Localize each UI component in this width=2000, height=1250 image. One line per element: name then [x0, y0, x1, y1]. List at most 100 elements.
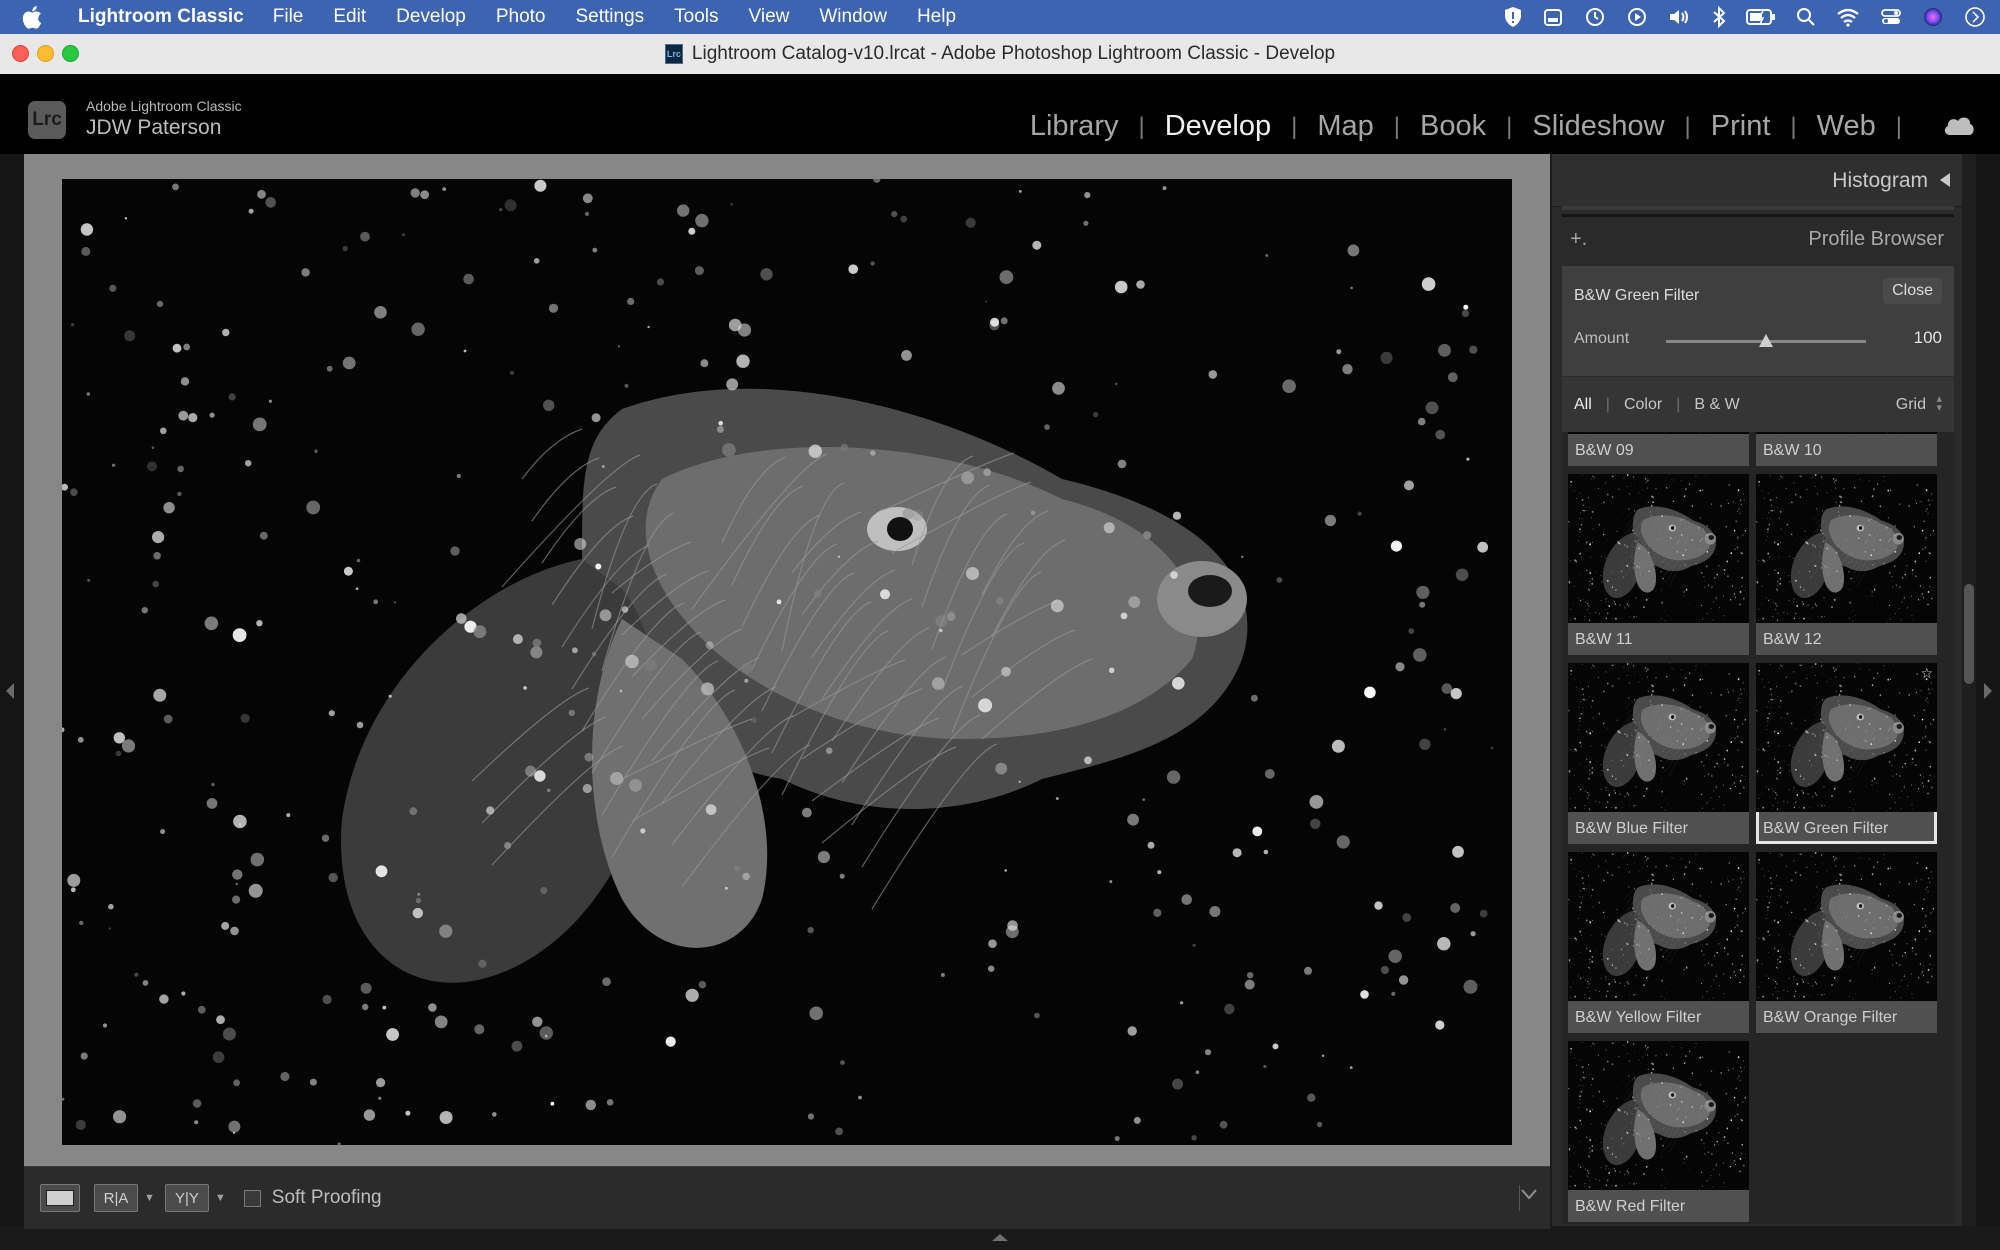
menubar-app-name[interactable]: Lightroom Classic [78, 6, 244, 28]
notification-center-icon[interactable] [1964, 6, 1986, 28]
menu-file[interactable]: File [273, 6, 304, 28]
module-separator: | [1684, 112, 1691, 140]
menu-settings[interactable]: Settings [576, 6, 645, 28]
control-center-icon[interactable] [1880, 7, 1902, 27]
view-mode-select[interactable]: Grid [1896, 396, 1926, 414]
battery-icon[interactable] [1746, 8, 1776, 26]
close-button[interactable]: Close [1883, 278, 1942, 304]
window-title-group: Lrc Lightroom Catalog-v10.lrcat - Adobe … [0, 34, 2000, 74]
loupe-icon [46, 1190, 74, 1206]
menu-photo[interactable]: Photo [496, 6, 546, 28]
ra-dropdown-icon[interactable]: ▼ [144, 1192, 155, 1204]
module-book[interactable]: Book [1420, 110, 1486, 143]
right-panel-scrollbar[interactable] [1962, 154, 1976, 1226]
bluetooth-icon[interactable] [1712, 6, 1726, 28]
play-icon[interactable] [1626, 6, 1648, 28]
image-viewer [24, 154, 1550, 1166]
left-panel-toggle-icon[interactable] [6, 683, 14, 699]
profile-browser-title: Profile Browser [1808, 228, 1944, 250]
profile-tile-label: B&W Green Filter [1763, 820, 1889, 837]
module-develop[interactable]: Develop [1165, 110, 1271, 143]
filter-color[interactable]: Color [1624, 396, 1662, 414]
favorite-star-icon[interactable]: ☆ [1920, 665, 1933, 682]
develop-toolbar: R|A ▼ Y|Y ▼ Soft Proofing [24, 1166, 1550, 1229]
backup-drive-icon[interactable] [1542, 6, 1564, 28]
time-machine-icon[interactable] [1584, 6, 1606, 28]
filter-separator: | [1605, 396, 1610, 413]
profile-tile-label: B&W Blue Filter [1575, 820, 1688, 837]
loupe-view-button[interactable] [40, 1184, 80, 1212]
before-after-ra-button[interactable]: R|A [94, 1184, 138, 1212]
filter-all[interactable]: All [1574, 396, 1592, 414]
profile-tile[interactable]: B&W 12 [1756, 474, 1937, 655]
profile-grid: B&W 09 B&W 10 B&W 11 B&W 12 B&W Blue Filter B… [1562, 432, 1954, 1224]
amount-value[interactable]: 100 [1914, 328, 1942, 348]
filter-bw[interactable]: B & W [1694, 396, 1739, 414]
menu-help[interactable]: Help [917, 6, 956, 28]
toolbar-content-dropdown-icon[interactable] [1520, 1187, 1538, 1206]
main-photo[interactable] [62, 179, 1512, 1145]
module-print[interactable]: Print [1711, 110, 1771, 143]
profile-tile[interactable]: B&W 10 [1756, 432, 1937, 466]
shield-icon[interactable] [1504, 6, 1522, 28]
cloud-sync-icon[interactable] [1942, 114, 1976, 136]
search-icon[interactable] [1796, 7, 1816, 27]
menu-edit[interactable]: Edit [333, 6, 366, 28]
menu-view[interactable]: View [749, 6, 790, 28]
volume-icon[interactable] [1668, 6, 1692, 28]
module-separator: | [1506, 112, 1513, 140]
amount-slider[interactable] [1666, 334, 1866, 347]
amount-slider-thumb[interactable] [1759, 334, 1773, 347]
profile-thumbnail [1756, 852, 1937, 1001]
profile-tile-label: B&W Orange Filter [1763, 1009, 1898, 1026]
profile-tile[interactable]: B&W Green Filter ☆ [1756, 663, 1937, 844]
right-panel-toggle-icon[interactable] [1984, 683, 1992, 699]
module-slideshow[interactable]: Slideshow [1532, 110, 1664, 143]
view-mode-chevron-icon[interactable]: ▴ ▾ [1936, 394, 1942, 414]
document-icon: Lrc [664, 44, 683, 64]
soft-proofing-label: Soft Proofing [271, 1187, 382, 1208]
soft-proofing-checkbox[interactable] [243, 1189, 261, 1207]
module-separator: | [1138, 112, 1145, 140]
siri-icon[interactable] [1922, 6, 1944, 28]
profile-tile[interactable]: B&W 09 [1568, 432, 1749, 466]
profile-tile[interactable]: B&W Blue Filter [1568, 663, 1749, 844]
module-web[interactable]: Web [1817, 110, 1876, 143]
amount-label: Amount [1574, 330, 1630, 347]
histogram-header[interactable]: Histogram [1552, 154, 1962, 207]
module-map[interactable]: Map [1317, 110, 1373, 143]
lrc-logo: Lrc [28, 101, 66, 139]
yy-dropdown-icon[interactable]: ▼ [215, 1192, 226, 1204]
profile-thumbnail [1568, 1041, 1749, 1190]
profile-tile[interactable]: B&W 11 [1568, 474, 1749, 655]
profile-thumbnail [1568, 432, 1749, 434]
photo-image [62, 179, 1512, 1145]
menu-tools[interactable]: Tools [674, 6, 718, 28]
histogram-collapse-icon[interactable] [1940, 173, 1950, 187]
module-separator: | [1895, 112, 1902, 140]
module-separator: | [1790, 112, 1797, 140]
scrollbar-thumb[interactable] [1964, 584, 1974, 684]
menu-develop[interactable]: Develop [396, 6, 466, 28]
profile-thumbnail [1568, 663, 1749, 812]
macos-menubar: Lightroom Classic File Edit Develop Phot… [0, 0, 2000, 34]
profile-tile-label: B&W Yellow Filter [1575, 1009, 1702, 1026]
apple-menu-icon[interactable] [22, 5, 60, 29]
bottom-panel-toggle-icon[interactable] [992, 1234, 1008, 1241]
wifi-icon[interactable] [1836, 7, 1860, 27]
before-after-yy-button[interactable]: Y|Y [164, 1184, 209, 1212]
profile-thumbnail [1756, 663, 1937, 812]
profile-tile-label: B&W 09 [1575, 442, 1634, 459]
profile-thumbnail [1756, 432, 1937, 434]
module-library[interactable]: Library [1030, 110, 1119, 143]
add-profile-icon[interactable]: +. [1570, 228, 1587, 251]
profile-tile[interactable]: B&W Orange Filter [1756, 852, 1937, 1033]
menu-window[interactable]: Window [819, 6, 887, 28]
module-separator: | [1393, 112, 1401, 140]
profile-tile[interactable]: B&W Red Filter [1568, 1041, 1749, 1222]
profile-tile[interactable]: B&W Yellow Filter [1568, 852, 1749, 1033]
module-separator: | [1291, 112, 1298, 140]
profile-tile-label: B&W Red Filter [1575, 1198, 1686, 1215]
window-title: Lightroom Catalog-v10.lrcat - Adobe Phot… [691, 43, 1336, 64]
selected-profile-name: B&W Green Filter [1574, 287, 1700, 304]
